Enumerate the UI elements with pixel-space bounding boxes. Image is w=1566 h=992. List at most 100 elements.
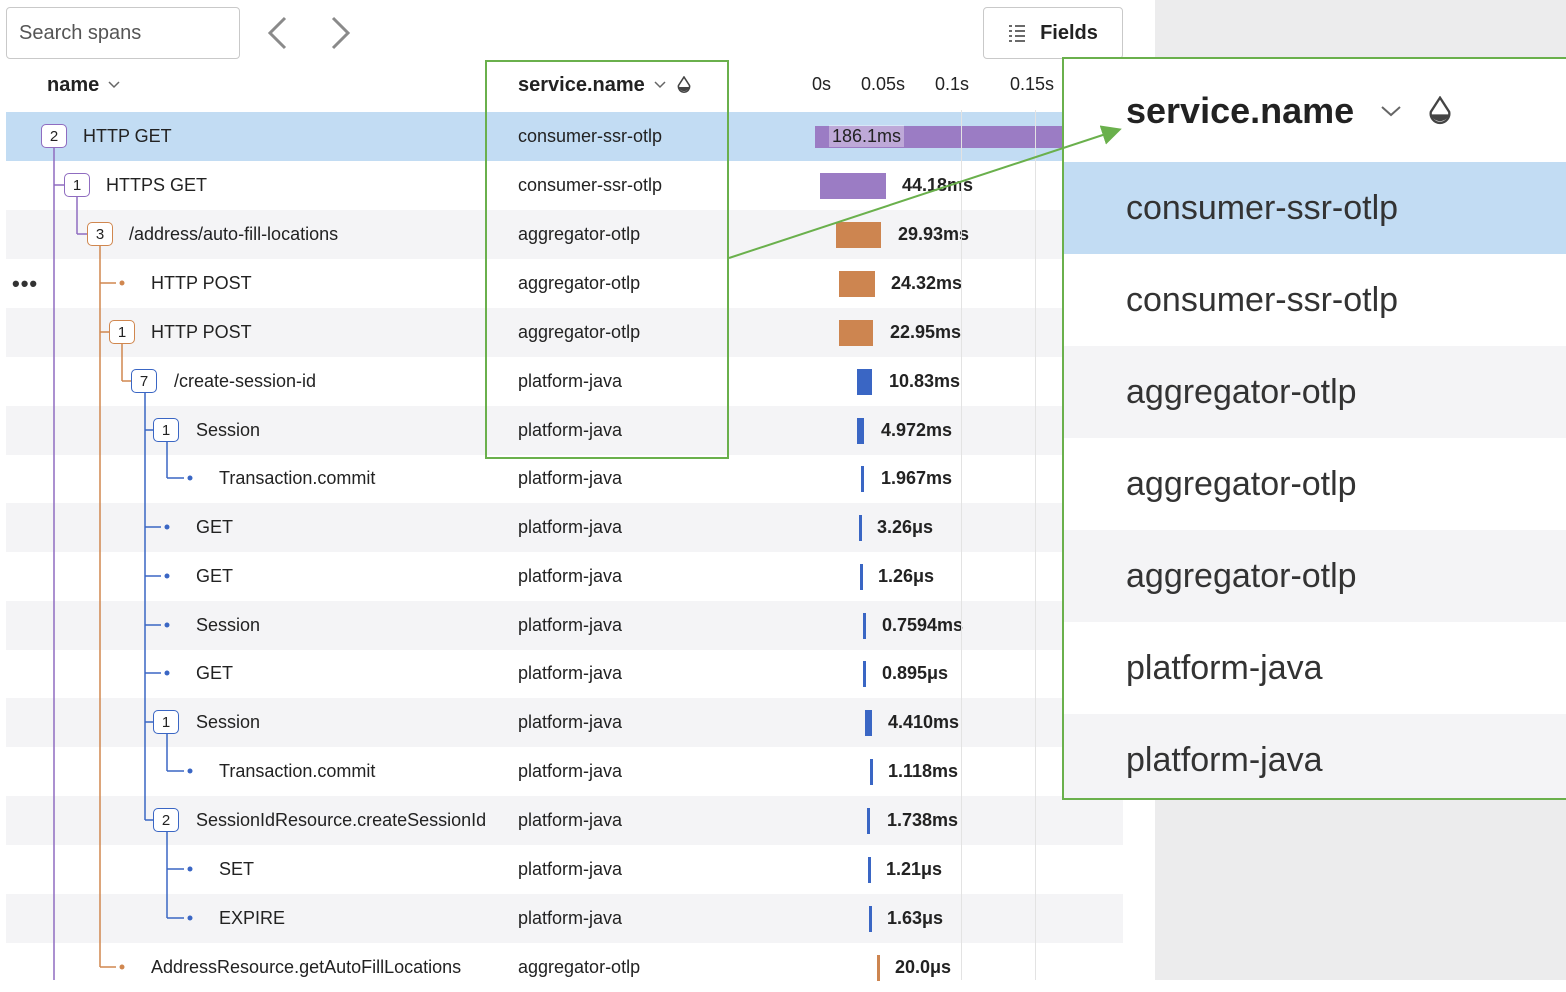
list-icon — [1009, 25, 1026, 42]
span-duration-label: 3.26μs — [877, 517, 934, 537]
span-name: Session — [196, 712, 261, 732]
span-name: Transaction.commit — [219, 468, 376, 488]
child-count-badge[interactable]: 1 — [109, 320, 135, 344]
span-duration-label: 4.972ms — [881, 420, 953, 440]
more-options-icon[interactable]: ••• — [12, 271, 38, 297]
span-name: GET — [196, 566, 234, 586]
span-duration-bar[interactable] — [820, 172, 886, 199]
span-service-name: platform-java — [518, 663, 623, 683]
name-header-label: name — [47, 73, 100, 96]
span-duration-label: 4.410ms — [888, 712, 960, 732]
span-duration-label: 44.18ms — [902, 175, 974, 195]
span-name: HTTP POST — [151, 322, 252, 342]
chevron-down-icon — [1381, 105, 1401, 116]
span-name: GET — [196, 663, 234, 683]
child-count-badge[interactable]: 2 — [41, 124, 67, 148]
child-count-badge[interactable]: 3 — [87, 222, 113, 246]
span-row[interactable]: GET platform-java 3.26μs — [6, 503, 1123, 552]
span-row[interactable]: GET platform-java 1.26μs — [6, 552, 1123, 601]
color-by-drop-icon — [1429, 95, 1451, 124]
span-duration-label: 29.93ms — [898, 224, 970, 244]
span-duration-bar[interactable] — [868, 856, 871, 883]
span-service-name: platform-java — [518, 908, 623, 928]
span-duration-label: 1.738ms — [887, 810, 959, 830]
zoom-header-label: service.name — [1126, 89, 1355, 131]
span-duration-bar[interactable] — [863, 660, 866, 687]
span-duration-label: 1.21μs — [886, 859, 943, 879]
child-count-badge[interactable]: 1 — [153, 418, 179, 442]
span-name: AddressResource.getAutoFillLocations — [151, 957, 462, 977]
span-duration-bar[interactable] — [839, 319, 873, 346]
span-name: /address/auto-fill-locations — [129, 224, 339, 244]
span-duration-bar[interactable] — [859, 514, 862, 541]
timeline-gridline — [961, 110, 962, 980]
span-name: EXPIRE — [219, 908, 286, 928]
span-duration-label: 20.0μs — [895, 957, 952, 977]
child-count-badge[interactable]: 1 — [153, 710, 179, 734]
chevron-right-icon — [331, 16, 351, 50]
zoom-service-row: platform-java — [1126, 648, 1323, 687]
timeline-gridline — [1035, 110, 1036, 980]
fields-button[interactable]: Fields — [983, 7, 1123, 59]
span-duration-label: 22.95ms — [890, 322, 962, 342]
span-row[interactable]: Transaction.commit platform-java 1.967ms — [6, 454, 1123, 503]
span-duration-label: 10.83ms — [889, 371, 961, 391]
service-column-highlight — [485, 60, 729, 459]
span-duration-bar[interactable] — [867, 807, 870, 834]
child-count-badge[interactable]: 7 — [131, 369, 157, 393]
zoom-header: service.name — [1064, 59, 1566, 162]
search-spans-input[interactable] — [6, 7, 240, 59]
child-count-badge[interactable]: 2 — [153, 808, 179, 832]
span-row[interactable]: AddressResource.getAutoFillLocations aggr… — [6, 943, 1123, 992]
span-name: HTTPS GET — [106, 175, 208, 195]
span-row[interactable]: Session platform-java 0.7594ms — [6, 601, 1123, 650]
zoom-service-row: consumer-ssr-otlp — [1126, 280, 1399, 319]
span-duration-bar[interactable] — [836, 221, 881, 248]
span-row[interactable]: SET platform-java 1.21μs — [6, 845, 1123, 894]
span-duration-bar[interactable] — [863, 612, 866, 639]
span-duration-bar[interactable] — [865, 709, 872, 736]
span-duration-label: 186.1ms — [829, 125, 905, 147]
span-service-name: platform-java — [518, 810, 623, 830]
span-name: SessionIdResource.createSessionId — [196, 810, 487, 830]
span-duration-label: 1.118ms — [888, 761, 959, 781]
span-duration-bar[interactable] — [877, 954, 880, 981]
chevron-down-icon — [108, 81, 120, 89]
span-row[interactable]: 1 Session platform-java 4.410ms — [6, 698, 1123, 747]
span-duration-bar[interactable] — [869, 905, 872, 932]
span-duration-bar[interactable] — [857, 417, 864, 444]
span-name: Session — [196, 615, 261, 635]
span-duration-label: 0.895μs — [882, 663, 949, 683]
service-name-zoom-callout: service.name consumer-ssr-otlp consumer-s… — [1062, 57, 1566, 800]
span-service-name: platform-java — [518, 712, 623, 732]
span-duration-bar[interactable] — [861, 465, 864, 492]
name-column-header[interactable]: name — [47, 60, 121, 110]
span-service-name: platform-java — [518, 566, 623, 586]
span-duration-label: 1.63μs — [887, 908, 944, 928]
span-name: HTTP GET — [83, 126, 172, 146]
zoom-service-row: aggregator-otlp — [1064, 530, 1566, 622]
span-duration-bar[interactable] — [839, 270, 875, 297]
timeline-tick: 0.05s — [861, 74, 906, 94]
span-name: SET — [219, 859, 255, 879]
span-service-name: platform-java — [518, 517, 623, 537]
span-duration-bar[interactable] — [857, 368, 872, 395]
span-service-name: aggregator-otlp — [518, 957, 641, 977]
span-row[interactable]: Transaction.commit platform-java 1.118ms — [6, 747, 1123, 796]
span-row[interactable]: GET platform-java 0.895μs — [6, 649, 1123, 698]
span-row[interactable]: EXPIRE platform-java 1.63μs — [6, 894, 1123, 943]
span-duration-bar[interactable] — [860, 563, 863, 590]
back-button[interactable] — [252, 7, 304, 59]
child-count-badge[interactable]: 1 — [64, 173, 90, 197]
timeline-tick: 0.15s — [1010, 74, 1055, 94]
span-service-name: platform-java — [518, 761, 623, 781]
span-service-name: platform-java — [518, 468, 623, 488]
span-duration-bar[interactable] — [870, 758, 873, 785]
span-duration-label: 1.26μs — [878, 566, 935, 586]
forward-button[interactable] — [314, 7, 366, 59]
span-service-name: platform-java — [518, 859, 623, 879]
span-duration-label: 1.967ms — [881, 468, 953, 488]
zoom-service-row: aggregator-otlp — [1064, 346, 1566, 438]
chevron-left-icon — [267, 16, 287, 50]
span-row[interactable]: 2 SessionIdResource.createSessionId platfo… — [6, 796, 1123, 845]
